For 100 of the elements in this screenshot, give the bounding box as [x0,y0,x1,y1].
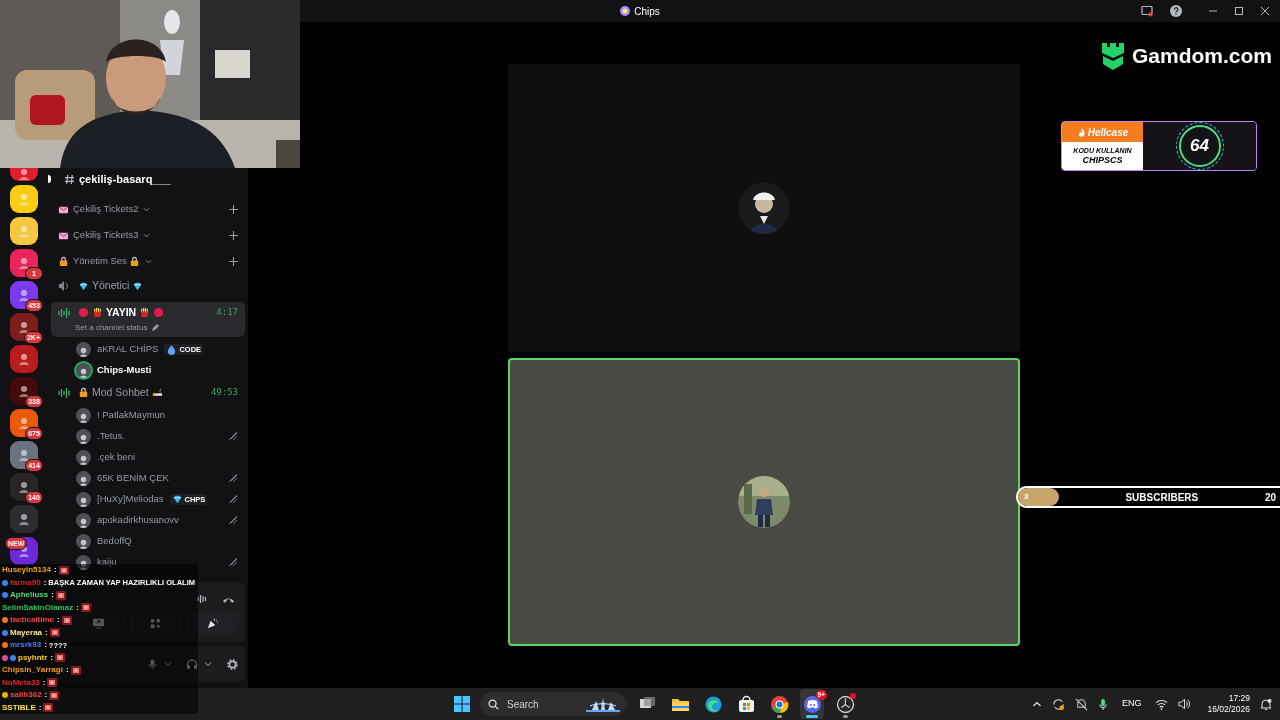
goal-target: 20 [1264,490,1276,505]
server-icon[interactable] [10,409,38,437]
clock-time[interactable]: 17:29 [1228,693,1250,704]
castle-logo-icon [1100,40,1126,71]
microphone-icon[interactable] [1097,697,1108,711]
plus-icon[interactable] [229,204,238,214]
chat-username: farms90 [10,576,41,589]
fries-icon [139,307,151,319]
chat-separator: : [76,601,79,614]
screen-icon[interactable] [1141,5,1153,17]
member-name[interactable]: aKRAL CHİPS [97,342,159,357]
chevron-icon[interactable] [204,660,212,668]
category-name[interactable]: Yönetim Ses [73,253,127,269]
chat-username: SelimSakinOlamaz [2,601,74,614]
server-icon[interactable] [10,345,38,373]
flame-icon [1076,127,1086,137]
dot-icon [78,307,89,319]
waveform-icon[interactable] [196,593,208,605]
server-icon[interactable] [10,313,38,341]
member-name[interactable]: Chips-Musti [97,363,152,378]
notification-bell-icon[interactable] [1260,697,1272,711]
settings-icon[interactable] [226,657,239,671]
call-timer: 4:17 [216,306,238,320]
plus-icon[interactable] [229,256,238,266]
member-name[interactable]: apokadirkhusanovv [97,513,179,528]
chat-separator: : [51,589,54,602]
envelope-icon [58,203,69,215]
server-icon[interactable] [10,217,38,245]
server-icon[interactable] [10,185,38,213]
promo-brand: Hellcase [1087,125,1129,140]
server-icon[interactable] [10,441,38,469]
dot-icon [153,307,165,319]
diamond-icon [171,493,183,505]
server-icon[interactable] [10,377,38,405]
chat-separator: : [38,701,42,714]
store-icon [736,694,756,714]
headphones-icon[interactable] [186,658,198,670]
maximize-icon[interactable] [1234,6,1244,16]
pencil-icon [150,323,159,332]
search-bar[interactable]: Search [480,692,626,716]
lock-icon [58,255,69,267]
member-name[interactable]: [HuXy]Meliodas [97,492,164,507]
plus-icon[interactable] [229,230,238,240]
hash-icon [64,173,75,185]
chat-separator: : [57,614,60,627]
close-icon[interactable] [1260,6,1270,16]
windows-start-icon[interactable] [453,695,471,713]
search-input[interactable]: Search [507,696,578,712]
call-timer: 49:53 [210,386,238,399]
goal-label: SUBSCRIBERS [1125,490,1199,505]
member-name[interactable]: .çek beni [97,450,136,465]
chat-username: salih362 [10,689,42,702]
member-name[interactable]: 65K BENİM ÇEK [97,471,169,486]
server-icon[interactable] [10,249,38,277]
cigarette-icon [151,387,163,399]
lock-icon [128,255,140,267]
chat-separator: : [45,626,48,639]
chevron-icon [143,205,151,213]
goal-current: 3 [1024,491,1029,503]
member-name[interactable]: .Tetus. [97,429,125,444]
activities-icon [149,616,162,630]
selected-voice-channel[interactable]: YAYIN 4:17 Set a channel status [51,302,245,337]
server-icon[interactable] [10,473,38,501]
chevron-up-icon[interactable] [1031,699,1042,709]
promo-code: CHIPSCS [1082,155,1123,166]
chat-username: Chipsin_Yarragi [2,664,63,677]
notifications-off-icon[interactable] [1074,697,1088,711]
server-icon[interactable] [10,505,38,533]
server-icon[interactable] [10,281,38,309]
soundboard-icon [206,616,219,630]
wifi-icon[interactable] [1155,698,1169,710]
chat-separator: : [44,639,47,652]
fries-icon [92,307,103,319]
speaker-icon[interactable] [1178,698,1192,710]
category-name[interactable]: Çekiliş Tickets2 [73,201,139,217]
language-indicator[interactable]: ENG [1121,697,1142,711]
chevron-icon [144,257,152,265]
video-tile[interactable] [508,358,1020,646]
category-name[interactable]: Çekiliş Tickets3 [73,227,139,243]
help-icon[interactable] [1170,5,1182,17]
server-icon[interactable] [10,168,38,181]
chat-username: SSTIBLE [2,701,36,714]
voice-channel-name: Yönetici [92,278,130,294]
clock-date[interactable]: 16/02/2026 [1207,704,1250,715]
browser-icon [769,694,789,714]
chat-username: tacticaltime [10,614,55,627]
channel-name[interactable]: çekiliş-basarq___ [79,170,171,188]
chat-username: psyhntr [18,651,48,664]
chevron-icon [143,231,151,239]
drop-icon [166,343,178,355]
member-name[interactable]: ! PatlakMaymun [97,408,166,423]
screen-share-icon [92,616,105,630]
search-icon [488,698,499,710]
edge-icon [703,694,723,714]
member-name[interactable]: kaiju [97,555,117,570]
chat-username: NoMeta33 [2,676,40,689]
member-name[interactable]: BedoffQ [97,534,132,549]
chat-separator: : [44,689,48,702]
video-tile[interactable] [508,64,1020,352]
sync-icon[interactable] [1051,697,1065,711]
